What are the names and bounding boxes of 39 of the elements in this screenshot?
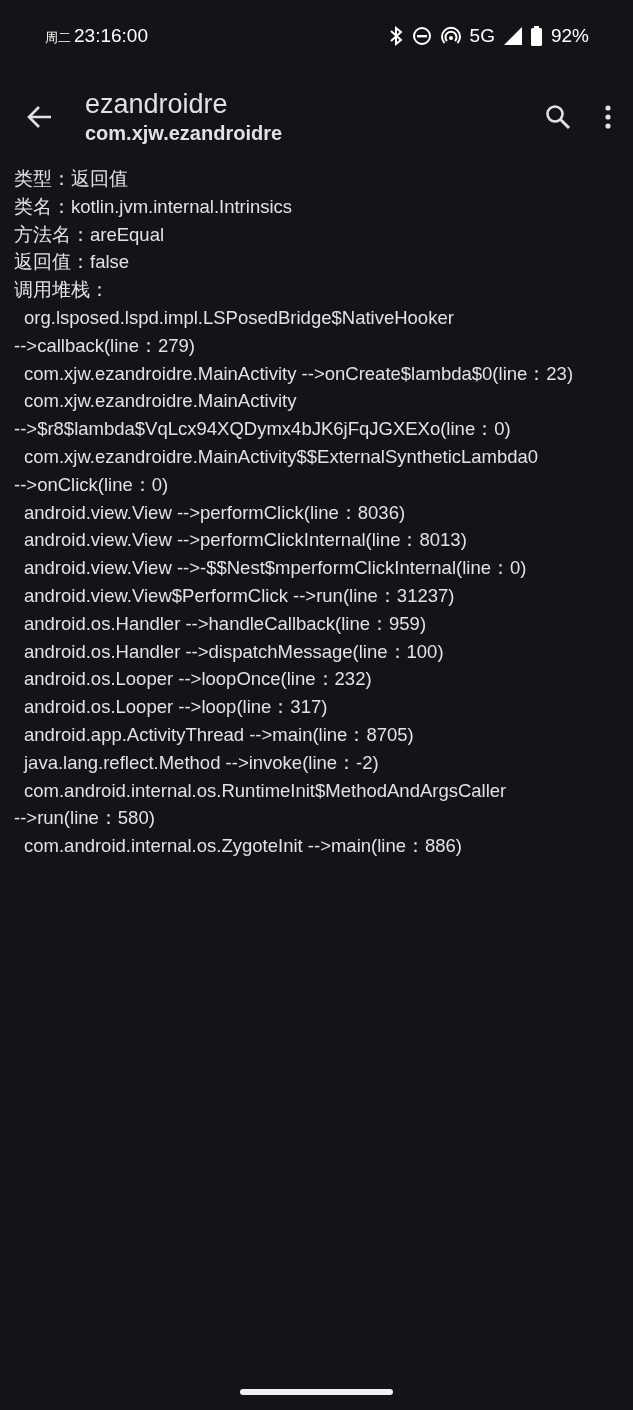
hotspot-icon bbox=[440, 26, 461, 46]
stack-trace-line: android.os.Looper -->loop(line：317) bbox=[23, 695, 329, 720]
search-icon[interactable] bbox=[545, 104, 571, 130]
do-not-disturb-icon bbox=[411, 26, 432, 46]
status-time: 23:16:00 bbox=[74, 25, 148, 47]
signal-icon bbox=[503, 27, 522, 45]
stack-trace-line: android.view.View -->-$$Nest$mperformClickInternal(line：0) bbox=[23, 556, 528, 581]
stack-trace-line: com.android.internal.os.ZygoteInit -->main(line：886) bbox=[23, 834, 464, 859]
info-line: 类名：kotlin.jvm.internal.Intrinsics bbox=[14, 194, 294, 219]
info-line: 调用堆栈： bbox=[14, 278, 110, 303]
battery-percent: 92% bbox=[550, 25, 589, 47]
stack-trace-line: android.os.Handler -->handleCallback(line：959) bbox=[23, 611, 428, 636]
stack-trace-line: org.lsposed.lspd.impl.LSPosedBridge$NativeHooker bbox=[23, 306, 455, 330]
stack-trace-line: android.app.ActivityThread -->main(line：8705) bbox=[23, 722, 415, 747]
stack-trace-line: android.view.View -->performClickInternal(line：8013) bbox=[23, 528, 468, 553]
info-line: 方法名：areEqual bbox=[14, 222, 166, 247]
more-menu-icon[interactable] bbox=[605, 105, 611, 129]
info-line: 返回值：false bbox=[14, 250, 131, 275]
back-arrow-icon[interactable] bbox=[27, 105, 53, 129]
stack-trace-line: android.os.Looper -->loopOnce(line：232) bbox=[23, 667, 373, 692]
status-day: 周二 bbox=[45, 29, 71, 47]
stack-trace-line: -->onClick(line：0) bbox=[14, 472, 170, 497]
stack-trace-line: com.xjw.ezandroidre.MainActivity bbox=[23, 389, 298, 414]
battery-icon bbox=[530, 26, 542, 46]
stack-trace-line: com.xjw.ezandroidre.MainActivity -->onCreate$lambda$0(line：23) bbox=[23, 361, 575, 386]
stack-trace-line: java.lang.reflect.Method -->invoke(line：-2) bbox=[22, 750, 380, 775]
bluetooth-icon bbox=[388, 26, 403, 46]
stack-trace-line: android.os.Handler -->dispatchMessage(line：100) bbox=[23, 639, 445, 664]
stack-trace-line: -->run(line：580) bbox=[14, 806, 156, 831]
stack-trace-line: -->$r8$lambda$VqLcx94XQDymx4bJK6jFqJGXEXo(line：0) bbox=[14, 417, 512, 442]
info-line: 类型：返回值 bbox=[14, 167, 129, 191]
stack-trace-line: com.xjw.ezandroidre.MainActivity$$ExternalSyntheticLambda0 bbox=[23, 444, 540, 469]
app-title: ezandroidre bbox=[85, 88, 229, 120]
package-name: com.xjw.ezandroidre bbox=[85, 121, 284, 146]
stack-trace-line: android.view.View -->performClick(line：8036) bbox=[23, 500, 407, 525]
network-type: 5G bbox=[469, 25, 495, 47]
stack-trace-line: android.view.View$PerformClick -->run(line：31237) bbox=[23, 583, 456, 608]
stack-trace-line: -->callback(line：279) bbox=[14, 333, 196, 358]
stack-trace-line: com.android.internal.os.RuntimeInit$MethodAndArgsCaller bbox=[23, 778, 508, 803]
